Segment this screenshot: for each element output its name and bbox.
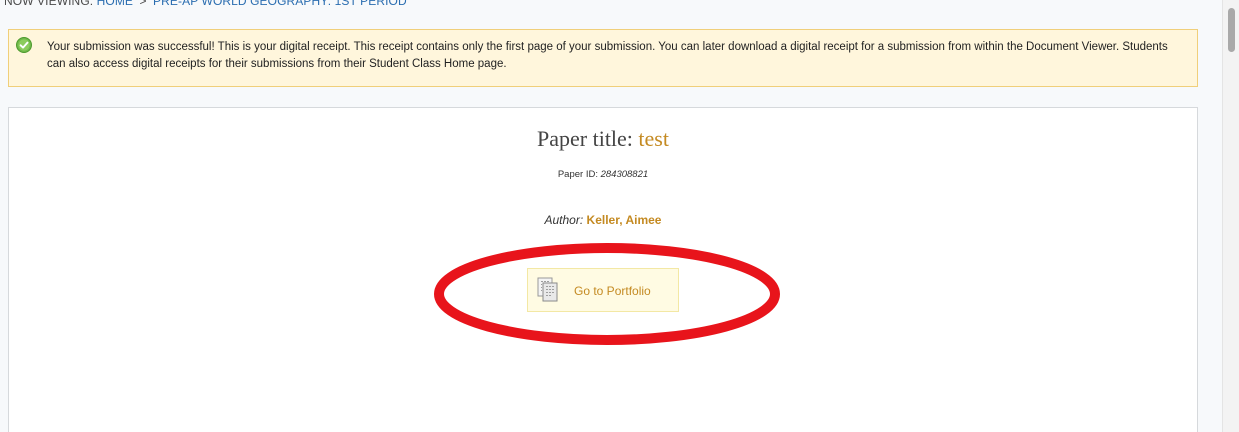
breadcrumb-separator: > — [139, 0, 147, 8]
author-name: Keller, Aimee — [586, 213, 662, 227]
scrollbar-thumb[interactable] — [1228, 8, 1235, 52]
breadcrumb: NOW VIEWING: HOME > PRE-AP WORLD GEOGRAP… — [4, 0, 407, 8]
paper-id-label: Paper ID: — [557, 169, 598, 180]
paper-title: Paper title: test — [9, 126, 1197, 152]
success-banner: Your submission was successful! This is … — [8, 29, 1198, 87]
breadcrumb-home-link[interactable]: HOME — [97, 0, 133, 8]
red-highlight-ellipse — [434, 243, 780, 345]
submission-receipt-page: NOW VIEWING: HOME > PRE-AP WORLD GEOGRAP… — [0, 0, 1239, 432]
paper-title-value: test — [638, 126, 669, 151]
success-message: Your submission was successful! This is … — [47, 41, 1168, 70]
paper-title-label: Paper title: — [537, 126, 633, 151]
breadcrumb-prefix: NOW VIEWING: — [4, 0, 94, 8]
vertical-scrollbar[interactable] — [1222, 0, 1239, 432]
breadcrumb-class-link[interactable]: PRE-AP WORLD GEOGRAPHY: 1ST PERIOD — [153, 0, 407, 8]
paper-id: Paper ID: 284308821 — [9, 169, 1197, 180]
author-label: Author: — [544, 213, 584, 227]
author: Author: Keller, Aimee — [9, 213, 1197, 227]
check-circle-icon — [16, 37, 32, 53]
paper-id-value: 284308821 — [600, 169, 649, 180]
